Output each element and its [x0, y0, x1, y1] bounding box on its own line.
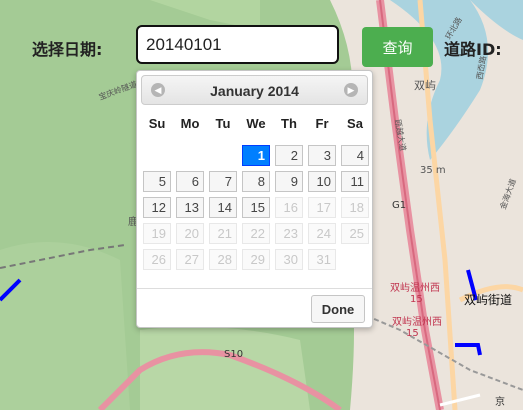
calendar-day-disabled: 19 — [143, 223, 171, 244]
map-label-shuangyu-street: 双屿街道 — [464, 293, 512, 307]
calendar-day[interactable]: 7 — [209, 171, 237, 192]
calendar-day[interactable]: 9 — [275, 171, 303, 192]
calendar-day-disabled: 17 — [308, 197, 336, 218]
calendar-day-disabled: 18 — [341, 197, 369, 218]
calendar-day[interactable]: 12 — [143, 197, 171, 218]
calendar-day-disabled: 29 — [242, 249, 270, 270]
calendar-day[interactable]: 14 — [209, 197, 237, 218]
done-button[interactable]: Done — [311, 295, 365, 323]
calendar-day-disabled: 24 — [308, 223, 336, 244]
road-id-label: 道路ID: — [444, 40, 502, 59]
calendar-day-disabled: 22 — [242, 223, 270, 244]
date-label: 选择日期: — [32, 40, 103, 59]
map-label-elevation: 35 m — [420, 165, 446, 176]
calendar-day-disabled: 16 — [275, 197, 303, 218]
calendar-day[interactable]: 15 — [242, 197, 270, 218]
map-label-g1: G1 — [392, 200, 406, 211]
circle-triangle-right-icon[interactable]: ▶ — [344, 83, 358, 97]
weekday-header: We — [246, 116, 266, 131]
weekday-header: Sa — [347, 116, 363, 131]
calendar-day-disabled: 25 — [341, 223, 369, 244]
calendar-day[interactable]: 1 — [242, 145, 270, 166]
calendar-day[interactable]: 10 — [308, 171, 336, 192]
map-label-station: 双屿温州西 — [392, 316, 442, 328]
divider — [137, 288, 372, 289]
weekday-header: Mo — [180, 116, 200, 131]
map-label-station: 双屿温州西 — [390, 282, 440, 294]
datepicker-month-title: January 2014 — [210, 83, 299, 99]
calendar-day-disabled: 23 — [275, 223, 303, 244]
weekday-header: Tu — [215, 116, 231, 131]
calendar-day-disabled: 27 — [176, 249, 204, 270]
map-label-s10: S10 — [224, 349, 243, 360]
weekday-header: Fr — [315, 116, 329, 131]
map-label-station-number: 15 — [410, 294, 423, 305]
calendar-day-disabled: 20 — [176, 223, 204, 244]
calendar-day[interactable]: 5 — [143, 171, 171, 192]
calendar-day-disabled: 30 — [275, 249, 303, 270]
calendar-day-disabled: 26 — [143, 249, 171, 270]
calendar-day-disabled: 21 — [209, 223, 237, 244]
calendar-day[interactable]: 8 — [242, 171, 270, 192]
calendar-day[interactable]: 13 — [176, 197, 204, 218]
date-input[interactable] — [136, 25, 339, 64]
forest-patch — [0, 242, 130, 410]
weekday-header: Su — [148, 116, 166, 131]
calendar-day[interactable]: 4 — [341, 145, 369, 166]
query-button[interactable]: 查询 — [362, 27, 433, 67]
calendar-day[interactable]: 2 — [275, 145, 303, 166]
calendar-day-disabled: 28 — [209, 249, 237, 270]
datepicker-popup: ◀ January 2014 ▶ Su Mo Tu We Th Fr Sa 1 2 3 4 5 6 7 8 9… — [136, 70, 373, 328]
map-label-jing: 京 — [495, 395, 505, 408]
forest-patch — [140, 326, 310, 410]
calendar-day[interactable]: 3 — [308, 145, 336, 166]
map-label-shuangyu: 双屿 — [414, 79, 436, 92]
datepicker-header: ◀ January 2014 ▶ — [141, 75, 368, 105]
calendar-day-disabled: 31 — [308, 249, 336, 270]
map-label-station-number: 15 — [406, 328, 419, 339]
weekday-header: Th — [281, 116, 297, 131]
calendar-day[interactable]: 11 — [341, 171, 369, 192]
calendar-day[interactable]: 6 — [176, 171, 204, 192]
